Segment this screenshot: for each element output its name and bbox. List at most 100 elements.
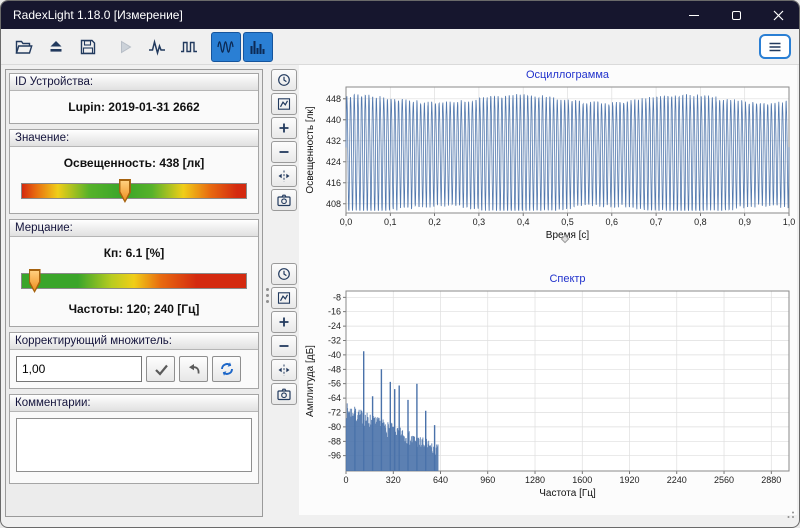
play-button[interactable] [110,32,140,62]
svg-text:0,6: 0,6 [606,217,619,227]
square-wave-button[interactable] [174,32,204,62]
svg-text:960: 960 [480,475,495,485]
svg-text:0,0: 0,0 [340,217,353,227]
app-window: RadexLight 1.18.0 [Измерение] ID Устройс… [0,0,800,528]
close-button[interactable] [757,1,799,29]
illuminance-gauge [21,179,247,203]
svg-text:-80: -80 [328,422,341,432]
apply-button[interactable] [146,356,175,382]
window-title: RadexLight 1.18.0 [Измерение] [13,8,183,22]
main-toolbar [1,29,799,65]
svg-text:448: 448 [326,94,341,104]
svg-text:440: 440 [326,115,341,125]
spec-fit-button[interactable] [271,287,297,309]
osc-autoscale-button[interactable] [271,69,297,91]
svg-text:1,0: 1,0 [783,217,796,227]
save-icon [80,39,96,54]
window-controls [673,1,799,29]
refresh-button[interactable] [212,356,241,382]
spec-zoom-in-button[interactable] [271,311,297,333]
spec-zoom-out-button[interactable] [271,335,297,357]
flicker-header: Мерцание: [10,220,258,237]
svg-text:0,8: 0,8 [694,217,707,227]
cursor-icon [278,364,290,376]
menu-button[interactable] [759,34,791,59]
osc-zoom-out-button[interactable] [271,141,297,163]
minimize-button[interactable] [673,1,715,29]
svg-text:1920: 1920 [620,475,640,485]
svg-text:-40: -40 [328,350,341,360]
svg-text:0,4: 0,4 [517,217,530,227]
svg-text:0,2: 0,2 [428,217,441,227]
illuminance-gauge-marker-icon [118,179,131,203]
zoom-out-icon [279,345,289,347]
undo-button[interactable] [179,356,208,382]
window-resize-grip[interactable] [784,506,795,524]
eject-icon [50,40,62,52]
multiplier-input[interactable] [16,356,142,382]
osc-fit-button[interactable] [271,93,297,115]
fit-chart-icon [277,292,291,304]
svg-text:0,7: 0,7 [650,217,663,227]
svg-text:416: 416 [326,178,341,188]
svg-text:-56: -56 [328,379,341,389]
charts-splitter-handle[interactable] [560,234,571,245]
titlebar: RadexLight 1.18.0 [Измерение] [1,1,799,29]
svg-text:2560: 2560 [714,475,734,485]
comments-section: Комментарии: [9,394,259,484]
spec-snapshot-button[interactable] [271,383,297,405]
osc-snapshot-button[interactable] [271,189,297,211]
pulse-measure-button[interactable] [142,32,172,62]
device-id-section: ID Устройства: Lupin: 2019-01-31 2662 [9,73,259,124]
close-icon [773,10,783,20]
flicker-section: Мерцание: Кп: 6.1 [%] Частоты: 120; 240 … [9,219,259,327]
spectrum-chart[interactable]: 0 320 640 960 1280 1600 1920 2240 2560 2880 -96 -88… [301,257,797,509]
camera-icon [277,194,291,207]
autoscale-icon [278,268,290,280]
folder-open-icon [15,40,33,54]
square-wave-icon [181,41,197,52]
flicker-gauge-marker-icon [28,269,41,293]
autoscale-icon [278,74,290,86]
show-spectrum-button[interactable] [243,31,273,62]
undo-icon [188,364,199,374]
svg-text:Спектр: Спектр [549,273,585,285]
comments-textarea[interactable] [16,418,252,472]
osc-cursor-button[interactable] [271,165,297,187]
spec-cursor-button[interactable] [271,359,297,381]
oscillogram-chart[interactable]: 0,0 0,1 0,2 0,3 0,4 0,5 0,6 0,7 0,8 0,9 1,0 408 416 4… [301,65,797,253]
device-id-value: Lupin: 2019-01-31 2662 [68,100,200,114]
zoom-out-icon [279,151,289,153]
svg-text:2240: 2240 [667,475,687,485]
svg-text:424: 424 [326,157,341,167]
comments-header: Комментарии: [10,395,258,412]
maximize-button[interactable] [715,1,757,29]
flicker-frequencies: Частоты: 120; 240 [Гц] [68,302,200,316]
zoom-in-icon [279,123,289,133]
illuminance-gauge-bar [21,183,247,199]
show-oscillogram-button[interactable] [211,31,241,62]
spec-autoscale-button[interactable] [271,263,297,285]
fit-chart-icon [277,98,291,110]
eject-button[interactable] [41,32,71,62]
minimize-icon [689,14,699,16]
open-button[interactable] [9,32,39,62]
spectrum-icon [250,40,265,54]
save-button[interactable] [73,32,103,62]
value-section: Значение: Освещенность: 438 [лк] [9,129,259,214]
flicker-gauge [21,269,247,293]
svg-text:432: 432 [326,136,341,146]
svg-text:-88: -88 [328,436,341,446]
resize-grip-icon [787,511,794,518]
camera-icon [277,388,291,401]
svg-text:Освещенность [лк]: Освещенность [лк] [305,106,316,193]
svg-text:0,3: 0,3 [473,217,486,227]
multiplier-section: Корректирующий множитель: [9,332,259,389]
osc-zoom-in-button[interactable] [271,117,297,139]
flicker-gauge-bar [21,273,247,289]
check-icon [154,364,168,376]
panel-splitter-handle[interactable] [265,285,269,305]
svg-text:-24: -24 [328,321,341,331]
zoom-in-icon [279,317,289,327]
refresh-icon [220,362,233,376]
